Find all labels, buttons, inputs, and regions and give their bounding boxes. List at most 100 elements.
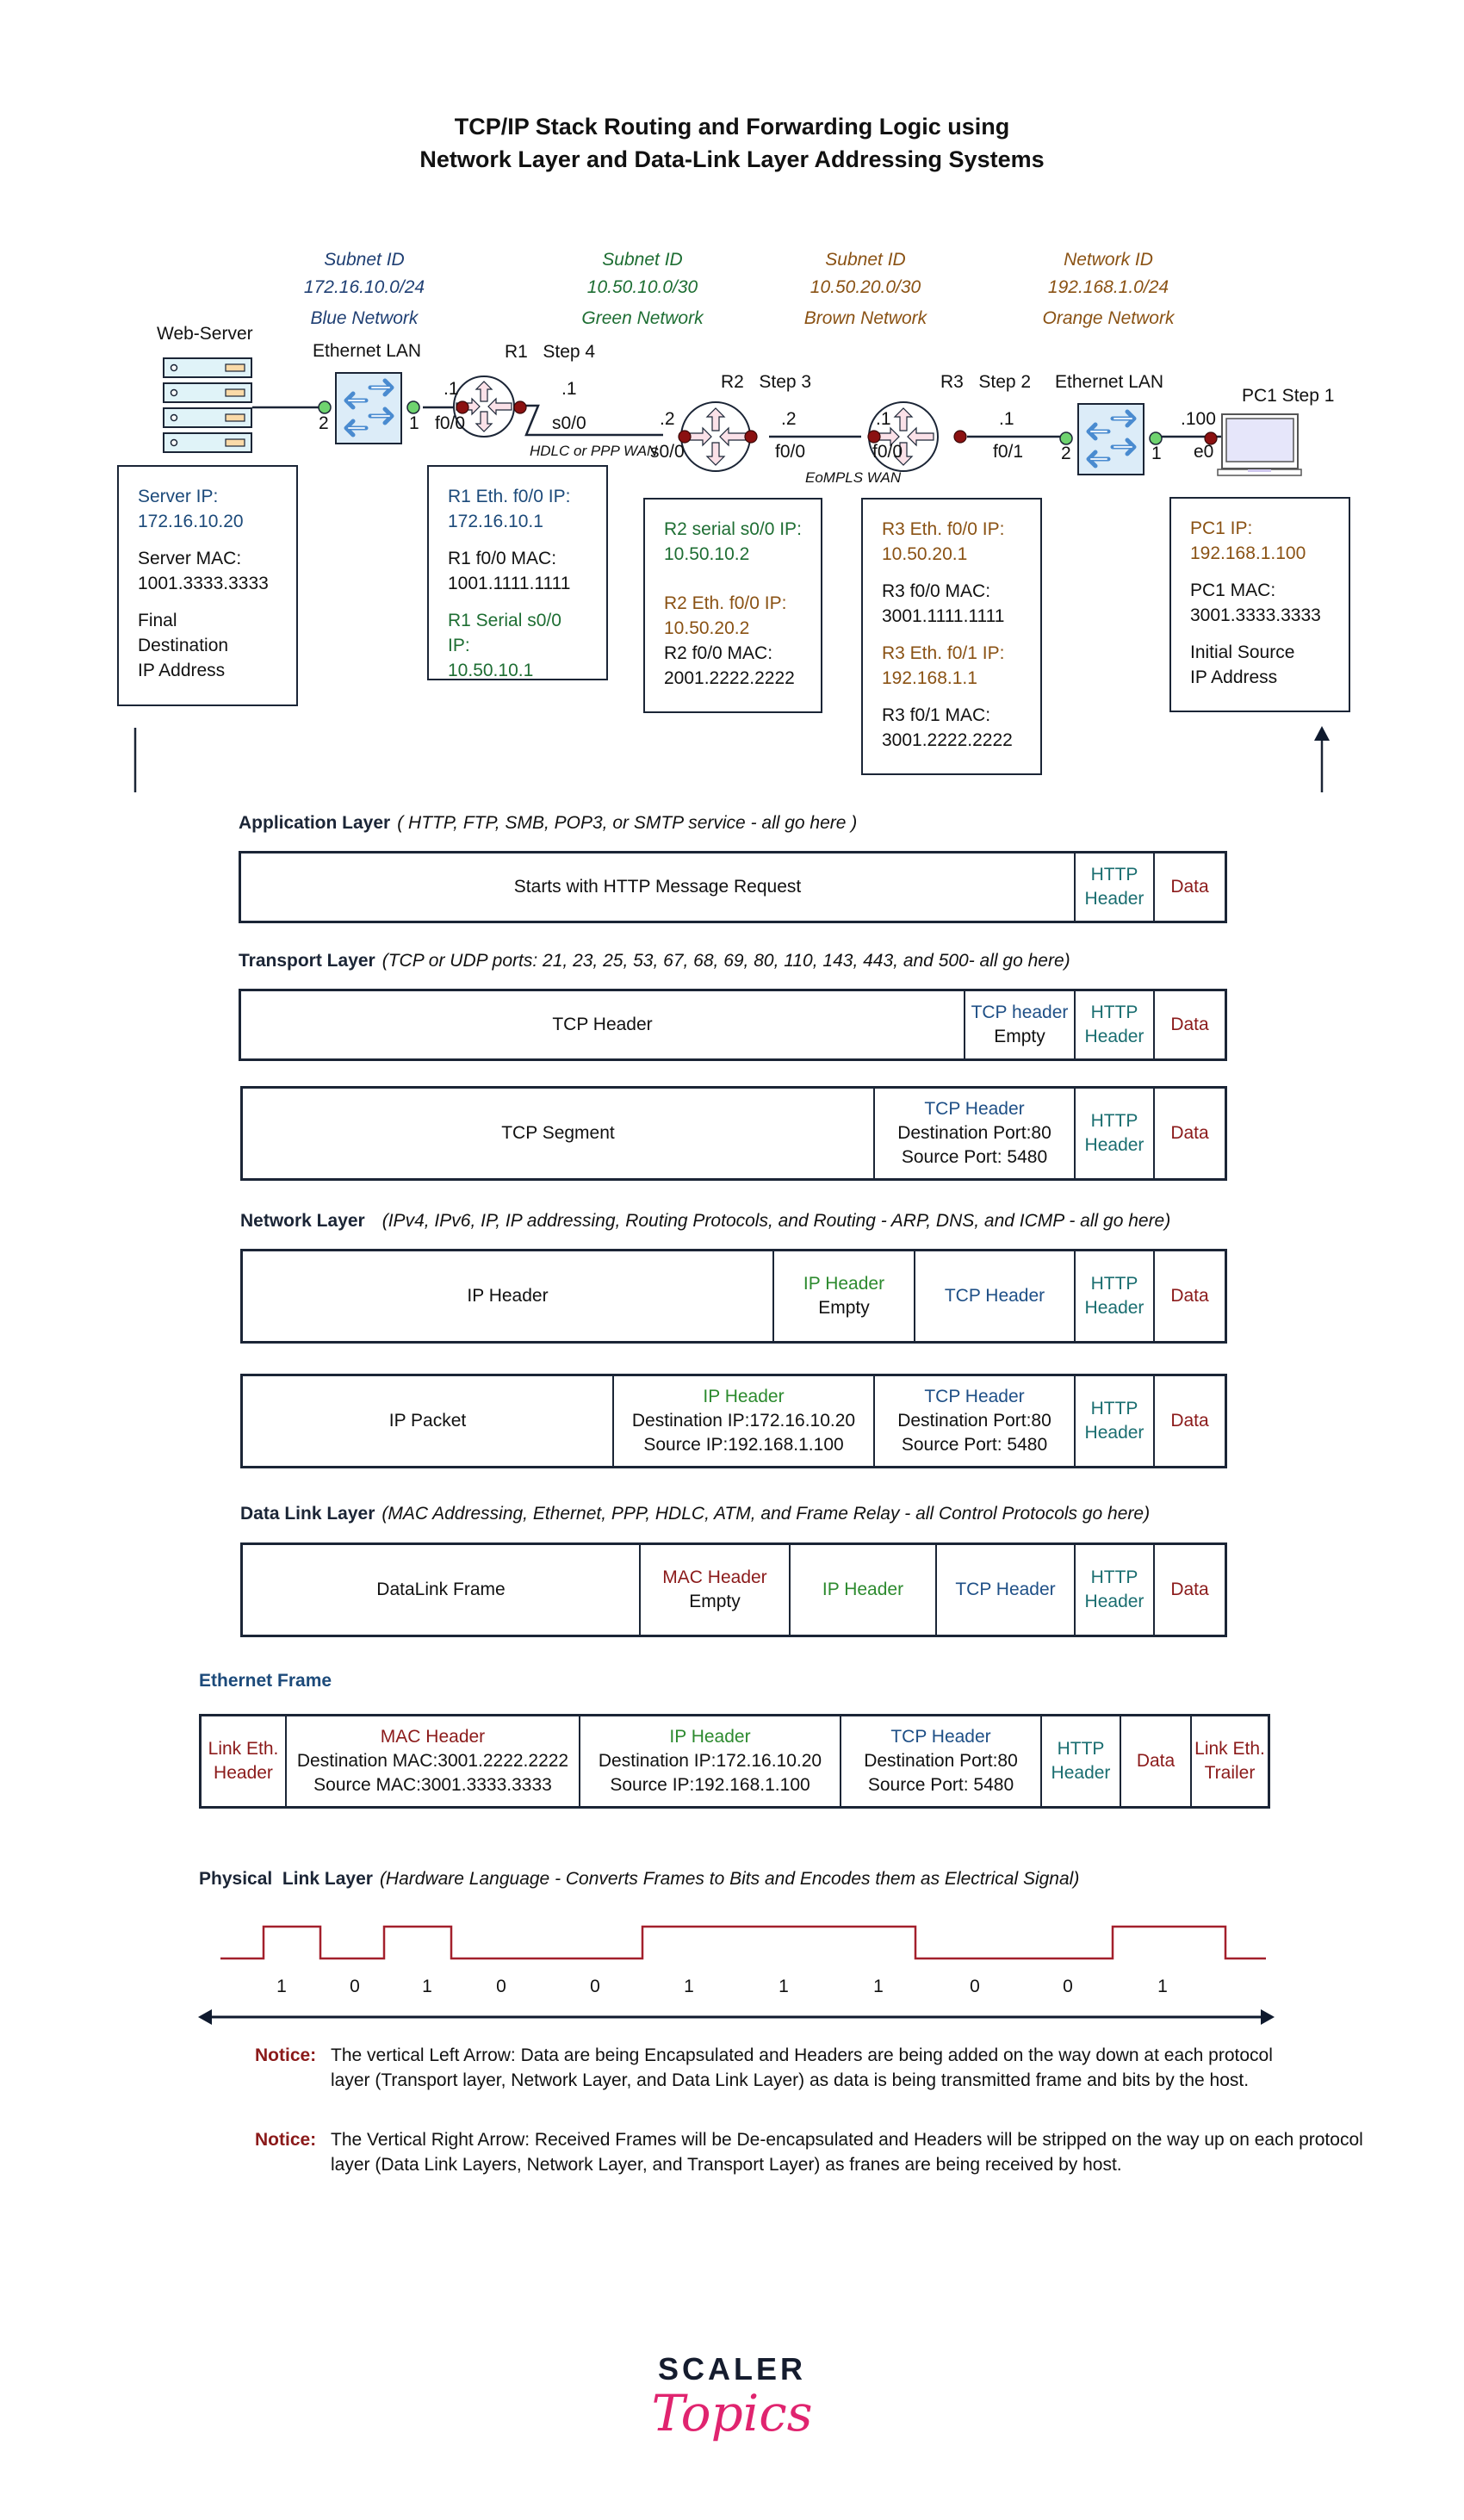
r3-f01-ip: 192.168.1.1 <box>882 668 977 688</box>
pc1-mac-label: PC1 MAC: <box>1190 580 1276 600</box>
cell-text: Source MAC:3001.3333.3333 <box>313 1775 552 1795</box>
r2-eth-ip: 10.50.20.2 <box>664 618 750 638</box>
tcp-segment-cell: TCP Segment <box>243 1089 873 1178</box>
cell-text: Link Eth. <box>1194 1739 1265 1759</box>
cell-text: Header <box>1084 889 1145 909</box>
physical-layer-title: Physical Link Layer (Hardware Language - … <box>199 1869 1079 1890</box>
transport-layer-row-1: TCP Header TCP header Empty HTTP Header Da… <box>239 989 1227 1061</box>
cell-text: Data <box>1136 1751 1176 1771</box>
http-header-cell: HTTP Header <box>1074 991 1153 1058</box>
pc1-note: Initial Source <box>1190 642 1295 662</box>
ethernet-frame-row: Link Eth. Header MAC Header Destination MA… <box>199 1714 1270 1809</box>
port-label: 1 <box>1151 444 1162 463</box>
http-header-cell: HTTP Header <box>1074 1251 1153 1341</box>
cell-text: IP Header <box>822 1580 904 1599</box>
layer-name: Transport Layer <box>239 951 375 971</box>
tcp-header-cell: TCP Header Destination Port:80 Source Port… <box>873 1376 1074 1466</box>
cell-text: HTTP <box>1090 1567 1138 1587</box>
r3-f00-ip-label: R3 Eth. f0/0 IP: <box>882 519 1005 539</box>
cell-text: Link Eth. <box>208 1739 279 1759</box>
laptop-icon <box>1217 413 1302 476</box>
switch2-label: Ethernet LAN <box>1055 372 1164 392</box>
r3-f00-ip: 10.50.20.1 <box>882 544 968 564</box>
data-cell: Data <box>1153 1545 1225 1635</box>
right-vertical-arrowhead <box>1314 726 1330 741</box>
r2-serial-ip-label: R2 serial s0/0 IP: <box>664 519 802 539</box>
r2-eth-ip-label: R2 Eth. f0/0 IP: <box>664 593 787 613</box>
bit-label: 1 <box>276 1977 287 1996</box>
r2-mac: 2001.2222.2222 <box>664 668 795 688</box>
router-icon-r2 <box>680 401 751 472</box>
pc1-mac: 3001.3333.3333 <box>1190 605 1321 625</box>
layer-name: Data Link Layer <box>240 1504 375 1524</box>
port-label: 2 <box>319 413 329 433</box>
switch-icon-2 <box>1077 403 1145 475</box>
ip-packet-cell: IP Packet <box>243 1376 612 1466</box>
cell-text: DataLink Frame <box>376 1580 506 1599</box>
mac-header-cell: MAC Header Destination MAC:3001.2222.2222… <box>285 1716 579 1806</box>
r1-eth-ip-label: R1 Eth. f0/0 IP: <box>448 487 571 506</box>
cell-text: IP Header <box>703 1387 785 1406</box>
server-note: Destination <box>138 636 229 655</box>
interface-label: f0/0 <box>872 442 903 462</box>
bit-label: 1 <box>684 1977 694 1996</box>
r1-info-box: R1 Eth. f0/0 IP: 172.16.10.1 R1 f0/0 MAC… <box>427 465 608 680</box>
cell-text: HTTP <box>1090 1002 1138 1022</box>
cell-text: Header <box>1084 1423 1145 1443</box>
r3-f01-mac-label: R3 f0/1 MAC: <box>882 705 991 725</box>
pc1-note: IP Address <box>1190 667 1278 687</box>
r1-s00-dot <box>513 400 527 414</box>
web-server-icon <box>163 357 252 453</box>
r2-f00-dot <box>744 430 758 444</box>
tcp-header-cell: TCP Header Destination Port:80 Source Port… <box>873 1089 1074 1178</box>
r1-serial-ip: 10.50.10.1 <box>448 661 534 680</box>
cell-text: IP Header <box>669 1727 751 1747</box>
cell-text: TCP Header <box>552 1015 653 1034</box>
http-header-cell: HTTP Header <box>1040 1716 1120 1806</box>
layer-description: (MAC Addressing, Ethernet, PPP, HDLC, AT… <box>382 1504 1151 1524</box>
bit-label: 1 <box>1157 1977 1168 1996</box>
cell-text: Destination Port:80 <box>864 1751 1018 1771</box>
r1-mac-label: R1 f0/0 MAC: <box>448 549 557 568</box>
cell-text: Empty <box>994 1027 1045 1046</box>
r1-mac: 1001.1111.1111 <box>448 574 571 593</box>
interface-label: e0 <box>1194 442 1214 462</box>
tcp-header-cell: TCP Header Destination Port:80 Source Port… <box>840 1716 1040 1806</box>
tcp-header-cell: TCP Header <box>914 1251 1074 1341</box>
interface-label: f0/1 <box>993 442 1024 462</box>
r2-info-box: R2 serial s0/0 IP: 10.50.10.2 R2 Eth. f0… <box>643 498 822 713</box>
datalink-layer-row: DataLink Frame MAC Header Empty IP Header… <box>240 1542 1227 1637</box>
bit-label: 0 <box>590 1977 600 1996</box>
ip-header-empty-cell: IP Header Empty <box>772 1251 914 1341</box>
bit-label: 0 <box>496 1977 506 1996</box>
server-note: IP Address <box>138 661 226 680</box>
cell-text: Header <box>1051 1763 1111 1783</box>
switch1-label: Ethernet LAN <box>313 341 422 361</box>
pc1-ip: 192.168.1.100 <box>1190 543 1306 563</box>
ip-header-main-cell: IP Header <box>243 1251 772 1341</box>
cell-text: TCP Header <box>944 1286 1045 1306</box>
datalink-frame-cell: DataLink Frame <box>243 1545 639 1635</box>
cell-text: Destination Port:80 <box>897 1123 1051 1143</box>
cell-text: Data <box>1170 1123 1209 1143</box>
server-mac-label: Server MAC: <box>138 549 242 568</box>
http-header-cell: HTTP Header <box>1074 853 1153 921</box>
cell-text: TCP Header <box>924 1387 1025 1406</box>
cell-text: Header <box>1084 1592 1145 1611</box>
r1-serial-ip-label: R1 Serial s0/0 IP: <box>448 611 561 655</box>
notice-label: Notice: <box>255 2045 317 2065</box>
data-cell: Data <box>1153 1251 1225 1341</box>
transport-layer-title: Transport Layer (TCP or UDP ports: 21, 23… <box>239 951 1070 971</box>
switch-icon-1 <box>335 372 402 444</box>
port-label: 2 <box>1061 444 1071 463</box>
cell-text: Header <box>1084 1027 1145 1046</box>
cell-text: Destination IP:172.16.10.20 <box>598 1751 822 1771</box>
cell-text: TCP Header <box>955 1580 1056 1599</box>
interface-label: f0/0 <box>775 442 806 462</box>
ip-header-cell: IP Header <box>789 1545 935 1635</box>
cell-text: Source IP:192.168.1.100 <box>610 1775 810 1795</box>
data-cell: Data <box>1153 991 1225 1058</box>
transport-layer-row-2: TCP Segment TCP Header Destination Port:8… <box>240 1086 1227 1181</box>
r2-s00-dot <box>678 430 692 444</box>
host-id-label: .2 <box>781 409 797 429</box>
